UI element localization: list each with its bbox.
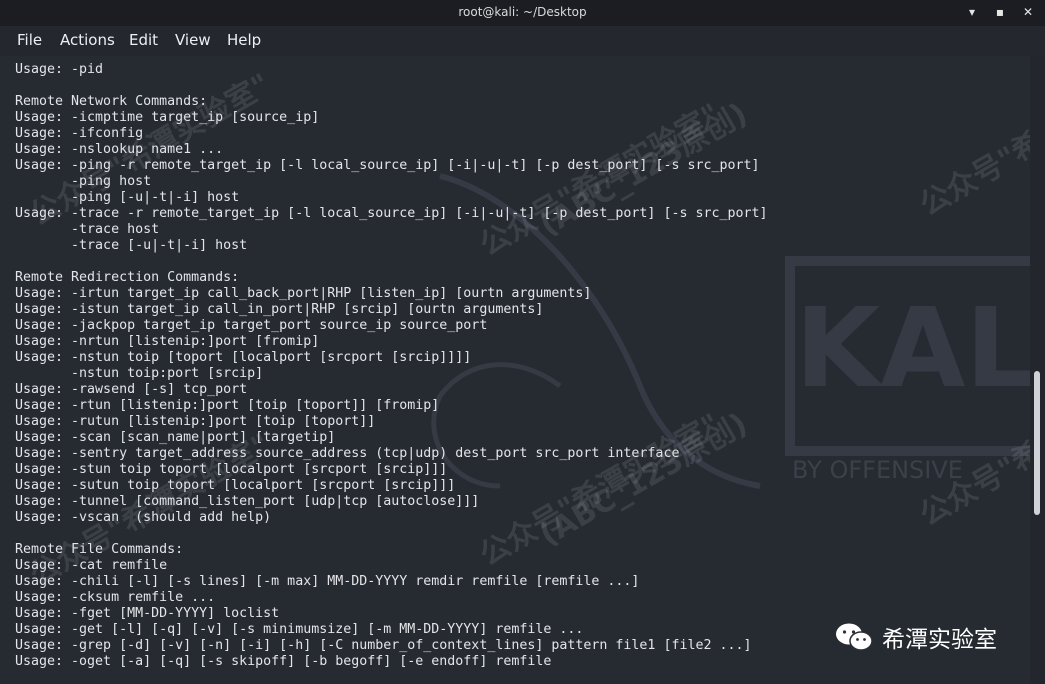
menu-edit[interactable]: Edit bbox=[129, 31, 158, 49]
menu-view[interactable]: View bbox=[175, 31, 211, 49]
wechat-badge: 希潭实验室 bbox=[834, 620, 997, 654]
window-title: root@kali: ~/Desktop bbox=[458, 5, 587, 19]
close-icon[interactable]: ✕ bbox=[1021, 5, 1035, 19]
wechat-badge-label: 希潭实验室 bbox=[882, 627, 997, 653]
vertical-scrollbar[interactable] bbox=[1030, 56, 1045, 684]
wechat-icon bbox=[836, 623, 873, 651]
minimize-icon[interactable]: ▾ bbox=[965, 5, 979, 19]
menu-actions[interactable]: Actions bbox=[60, 31, 115, 49]
title-bar[interactable]: root@kali: ~/Desktop ▾ ▪ ✕ bbox=[0, 0, 1045, 26]
maximize-icon[interactable]: ▪ bbox=[993, 5, 1007, 19]
kali-logo-text: KALI bbox=[795, 284, 1030, 412]
scrollbar-thumb[interactable] bbox=[1034, 371, 1040, 515]
menu-file[interactable]: File bbox=[17, 31, 42, 49]
terminal-output-area[interactable]: KALI BY OFFENSIVE Usage: -pid Remote Net… bbox=[0, 56, 1030, 684]
menu-help[interactable]: Help bbox=[227, 31, 261, 49]
menu-bar: File Actions Edit View Help bbox=[0, 26, 1045, 56]
terminal-window: root@kali: ~/Desktop ▾ ▪ ✕ File Actions … bbox=[0, 0, 1045, 684]
